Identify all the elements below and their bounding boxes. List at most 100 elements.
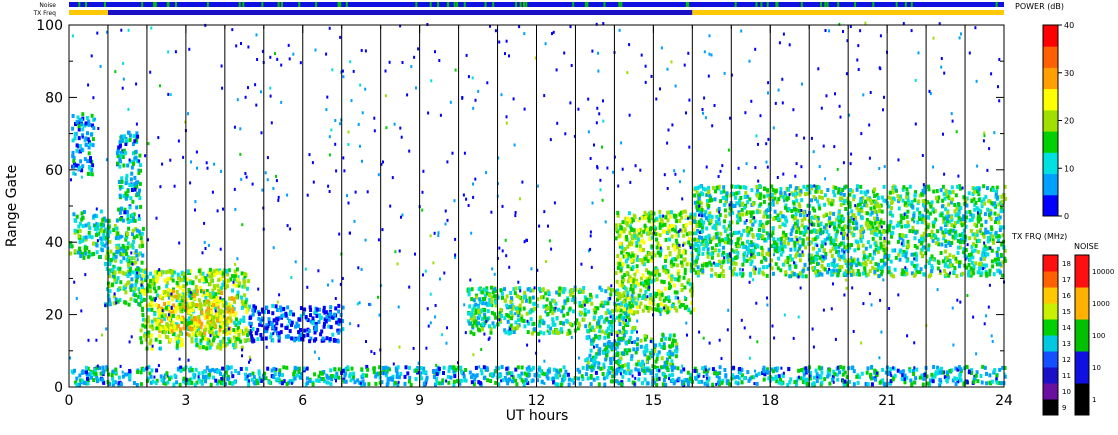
- echo-cell: [919, 236, 923, 241]
- echo-cell: [627, 309, 631, 314]
- echo-cell: [935, 189, 939, 193]
- echo-cell: [735, 272, 739, 277]
- echo-cell: [134, 155, 138, 160]
- echo-cell: [538, 286, 541, 291]
- echo-cell: [859, 198, 863, 203]
- echo-cell: [469, 330, 473, 335]
- echo-cell: [156, 276, 160, 281]
- echo-cell: [594, 334, 598, 339]
- echo-cell: [999, 253, 1003, 257]
- echo-cell: [866, 272, 870, 277]
- echo-cell: [610, 345, 614, 350]
- noise-bar-segment: [895, 2, 898, 7]
- echo-cell: [700, 379, 704, 384]
- echo-cell: [620, 250, 624, 255]
- echo-cell: [862, 271, 865, 276]
- echo-cell: [131, 243, 135, 248]
- echo-cell: [227, 278, 230, 283]
- echo-cell: [762, 272, 766, 277]
- echo-cell: [142, 333, 146, 338]
- noise-bar-segment: [826, 2, 829, 7]
- echo-cell: [251, 308, 255, 313]
- echo-cell: [794, 186, 798, 191]
- echo-cell: [972, 264, 976, 269]
- echo-cell: [859, 233, 863, 238]
- echo-cell: [607, 286, 611, 291]
- echo-cell: [774, 189, 778, 194]
- echo-cell: [706, 242, 709, 247]
- echo-cell: [860, 209, 864, 214]
- echo-cell: [406, 371, 410, 376]
- echo-cell: [958, 260, 961, 265]
- echo-cell: [208, 345, 212, 350]
- echo-cell: [84, 251, 88, 256]
- echo-cell: [208, 323, 212, 328]
- echo-cell: [635, 362, 639, 367]
- echo-cell: [988, 373, 992, 378]
- echo-cell: [723, 229, 727, 234]
- echo-cell: [158, 309, 162, 314]
- echo-cell: [906, 191, 910, 196]
- echo-cell: [306, 333, 310, 338]
- echo-cell: [640, 233, 644, 238]
- noise-bar-segment: [904, 2, 907, 7]
- echo-cell: [722, 185, 726, 190]
- echo-cell: [817, 365, 821, 370]
- echo-cell: [315, 314, 319, 318]
- echo-cell: [866, 211, 869, 216]
- echo-cell: [621, 261, 625, 266]
- echo-cell: [141, 308, 144, 313]
- echo-cell: [793, 243, 797, 248]
- echo-cell: [488, 293, 491, 298]
- echo-cell: [798, 253, 802, 258]
- txfreq-bar-segment: [69, 10, 108, 15]
- echo-cell: [191, 281, 195, 286]
- echo-cell: [367, 382, 371, 387]
- echo-cell: [290, 336, 294, 341]
- echo-cell: [618, 257, 622, 262]
- echo-cell: [467, 288, 471, 293]
- echo-cell: [204, 337, 207, 341]
- echo-cell: [882, 243, 886, 248]
- echo-cell: [518, 303, 522, 308]
- echo-cell: [977, 198, 981, 202]
- echo-cell: [893, 373, 897, 378]
- noise-bar-segment: [515, 2, 518, 7]
- echo-cell: [141, 253, 145, 258]
- echo-cell: [590, 342, 594, 346]
- echo-cell: [199, 325, 203, 330]
- echo-cell: [735, 191, 739, 196]
- echo-cell: [655, 277, 659, 282]
- echo-cell: [854, 239, 858, 244]
- echo-cell: [713, 197, 717, 202]
- echo-cell: [118, 266, 122, 271]
- echo-cell: [734, 255, 738, 260]
- echo-cell: [114, 226, 118, 231]
- echo-cell: [899, 219, 903, 224]
- echo-cell: [674, 238, 678, 243]
- echo-cell: [833, 193, 837, 198]
- echo-cell: [882, 230, 885, 235]
- echo-cell: [633, 234, 637, 239]
- echo-cell: [666, 210, 670, 215]
- echo-cell: [206, 311, 210, 316]
- echo-cell: [863, 255, 866, 260]
- noise-bar-segment: [603, 2, 606, 7]
- echo-cell: [684, 223, 688, 228]
- echo-cell: [78, 247, 82, 251]
- echo-cell: [905, 271, 909, 276]
- echo-cell: [804, 274, 808, 279]
- echo-cell: [471, 307, 475, 312]
- echo-cell: [147, 283, 151, 288]
- echo-cell: [752, 255, 756, 260]
- echo-cell: [346, 365, 350, 370]
- echo-cell: [139, 204, 143, 209]
- echo-cell: [662, 345, 666, 350]
- echo-cell: [850, 243, 853, 247]
- echo-cell: [635, 257, 639, 262]
- echo-cell: [864, 246, 868, 251]
- echo-cell: [115, 245, 119, 250]
- echo-cell: [799, 213, 802, 218]
- echo-cell: [930, 254, 934, 259]
- echo-cell: [477, 327, 480, 332]
